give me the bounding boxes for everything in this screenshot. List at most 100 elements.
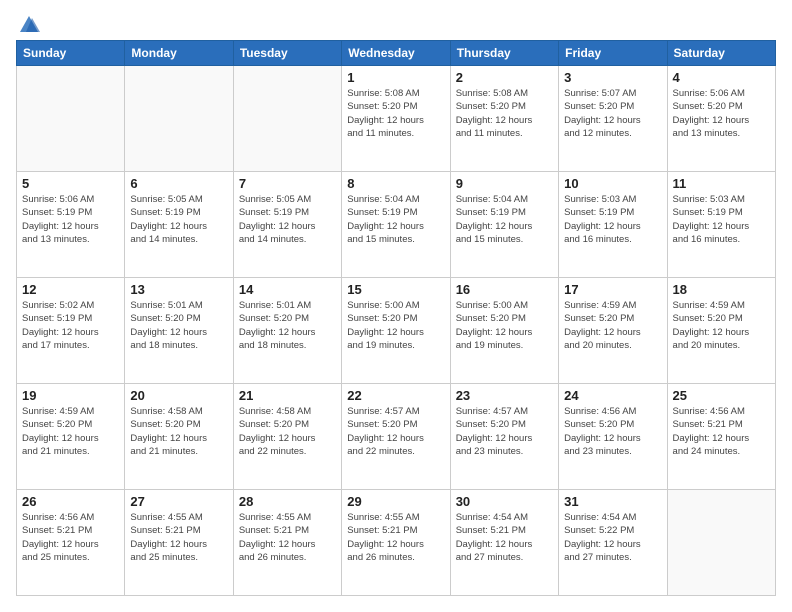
day-info: Sunrise: 4:56 AM Sunset: 5:21 PM Dayligh… xyxy=(22,511,119,564)
day-info: Sunrise: 5:06 AM Sunset: 5:19 PM Dayligh… xyxy=(22,193,119,246)
calendar-cell: 2 Sunrise: 5:08 AM Sunset: 5:20 PM Daylig… xyxy=(450,66,558,172)
day-info: Sunrise: 4:57 AM Sunset: 5:20 PM Dayligh… xyxy=(456,405,553,458)
day-number: 24 xyxy=(564,388,661,403)
calendar-cell: 21Sunrise: 4:58 AM Sunset: 5:20 PM Dayli… xyxy=(233,384,341,490)
page: SundayMondayTuesdayWednesdayThursdayFrid… xyxy=(0,0,792,612)
day-number: 9 xyxy=(456,176,553,191)
day-number: 7 xyxy=(239,176,336,191)
day-info: Sunrise: 5:07 AM Sunset: 5:20 PM Dayligh… xyxy=(564,87,661,140)
day-info: Sunrise: 4:59 AM Sunset: 5:20 PM Dayligh… xyxy=(22,405,119,458)
day-info: Sunrise: 4:59 AM Sunset: 5:20 PM Dayligh… xyxy=(564,299,661,352)
calendar-cell xyxy=(233,66,341,172)
day-number: 5 xyxy=(22,176,119,191)
calendar-week-row: 26 Sunrise: 4:56 AM Sunset: 5:21 PM Dayli… xyxy=(17,490,776,596)
day-header-monday: Monday xyxy=(125,41,233,66)
calendar-cell xyxy=(17,66,125,172)
day-info: Sunrise: 5:00 AM Sunset: 5:20 PM Dayligh… xyxy=(456,299,553,352)
day-number: 6 xyxy=(130,176,227,191)
day-header-thursday: Thursday xyxy=(450,41,558,66)
logo xyxy=(16,16,40,30)
day-info: Sunrise: 5:04 AM Sunset: 5:19 PM Dayligh… xyxy=(456,193,553,246)
calendar-cell: 19Sunrise: 4:59 AM Sunset: 5:20 PM Dayli… xyxy=(17,384,125,490)
calendar-cell: 16 Sunrise: 5:00 AM Sunset: 5:20 PM Dayli… xyxy=(450,278,558,384)
day-info: Sunrise: 5:06 AM Sunset: 5:20 PM Dayligh… xyxy=(673,87,770,140)
day-info: Sunrise: 4:56 AM Sunset: 5:21 PM Dayligh… xyxy=(673,405,770,458)
day-info: Sunrise: 5:05 AM Sunset: 5:19 PM Dayligh… xyxy=(130,193,227,246)
calendar-cell xyxy=(125,66,233,172)
calendar-week-row: 19Sunrise: 4:59 AM Sunset: 5:20 PM Dayli… xyxy=(17,384,776,490)
calendar-cell: 18 Sunrise: 4:59 AM Sunset: 5:20 PM Dayli… xyxy=(667,278,775,384)
day-number: 16 xyxy=(456,282,553,297)
calendar-cell: 10Sunrise: 5:03 AM Sunset: 5:19 PM Dayli… xyxy=(559,172,667,278)
day-info: Sunrise: 4:55 AM Sunset: 5:21 PM Dayligh… xyxy=(239,511,336,564)
day-info: Sunrise: 4:57 AM Sunset: 5:20 PM Dayligh… xyxy=(347,405,444,458)
day-header-friday: Friday xyxy=(559,41,667,66)
day-number: 18 xyxy=(673,282,770,297)
day-info: Sunrise: 4:59 AM Sunset: 5:20 PM Dayligh… xyxy=(673,299,770,352)
day-number: 25 xyxy=(673,388,770,403)
calendar-cell: 7 Sunrise: 5:05 AM Sunset: 5:19 PM Daylig… xyxy=(233,172,341,278)
calendar-cell: 11 Sunrise: 5:03 AM Sunset: 5:19 PM Dayli… xyxy=(667,172,775,278)
day-info: Sunrise: 4:55 AM Sunset: 5:21 PM Dayligh… xyxy=(130,511,227,564)
day-number: 20 xyxy=(130,388,227,403)
day-header-saturday: Saturday xyxy=(667,41,775,66)
day-header-tuesday: Tuesday xyxy=(233,41,341,66)
calendar-cell: 31Sunrise: 4:54 AM Sunset: 5:22 PM Dayli… xyxy=(559,490,667,596)
day-number: 13 xyxy=(130,282,227,297)
calendar-week-row: 12Sunrise: 5:02 AM Sunset: 5:19 PM Dayli… xyxy=(17,278,776,384)
calendar: SundayMondayTuesdayWednesdayThursdayFrid… xyxy=(16,40,776,596)
day-header-sunday: Sunday xyxy=(17,41,125,66)
calendar-cell: 13 Sunrise: 5:01 AM Sunset: 5:20 PM Dayli… xyxy=(125,278,233,384)
day-info: Sunrise: 4:55 AM Sunset: 5:21 PM Dayligh… xyxy=(347,511,444,564)
calendar-cell: 3 Sunrise: 5:07 AM Sunset: 5:20 PM Daylig… xyxy=(559,66,667,172)
day-info: Sunrise: 4:54 AM Sunset: 5:21 PM Dayligh… xyxy=(456,511,553,564)
day-number: 8 xyxy=(347,176,444,191)
calendar-cell: 17 Sunrise: 4:59 AM Sunset: 5:20 PM Dayli… xyxy=(559,278,667,384)
day-number: 27 xyxy=(130,494,227,509)
day-number: 29 xyxy=(347,494,444,509)
day-number: 3 xyxy=(564,70,661,85)
day-info: Sunrise: 4:56 AM Sunset: 5:20 PM Dayligh… xyxy=(564,405,661,458)
calendar-cell xyxy=(667,490,775,596)
calendar-cell: 8Sunrise: 5:04 AM Sunset: 5:19 PM Daylig… xyxy=(342,172,450,278)
calendar-cell: 15 Sunrise: 5:00 AM Sunset: 5:20 PM Dayli… xyxy=(342,278,450,384)
calendar-cell: 14Sunrise: 5:01 AM Sunset: 5:20 PM Dayli… xyxy=(233,278,341,384)
day-info: Sunrise: 5:08 AM Sunset: 5:20 PM Dayligh… xyxy=(347,87,444,140)
calendar-cell: 27 Sunrise: 4:55 AM Sunset: 5:21 PM Dayli… xyxy=(125,490,233,596)
day-info: Sunrise: 4:58 AM Sunset: 5:20 PM Dayligh… xyxy=(130,405,227,458)
calendar-cell: 25 Sunrise: 4:56 AM Sunset: 5:21 PM Dayli… xyxy=(667,384,775,490)
day-info: Sunrise: 4:54 AM Sunset: 5:22 PM Dayligh… xyxy=(564,511,661,564)
calendar-cell: 1 Sunrise: 5:08 AM Sunset: 5:20 PM Daylig… xyxy=(342,66,450,172)
day-info: Sunrise: 5:00 AM Sunset: 5:20 PM Dayligh… xyxy=(347,299,444,352)
day-info: Sunrise: 5:08 AM Sunset: 5:20 PM Dayligh… xyxy=(456,87,553,140)
day-number: 10 xyxy=(564,176,661,191)
day-number: 28 xyxy=(239,494,336,509)
day-number: 11 xyxy=(673,176,770,191)
header xyxy=(16,16,776,30)
day-number: 23 xyxy=(456,388,553,403)
day-info: Sunrise: 5:01 AM Sunset: 5:20 PM Dayligh… xyxy=(130,299,227,352)
calendar-cell: 26 Sunrise: 4:56 AM Sunset: 5:21 PM Dayli… xyxy=(17,490,125,596)
day-number: 26 xyxy=(22,494,119,509)
calendar-cell: 6 Sunrise: 5:05 AM Sunset: 5:19 PM Daylig… xyxy=(125,172,233,278)
calendar-cell: 22 Sunrise: 4:57 AM Sunset: 5:20 PM Dayli… xyxy=(342,384,450,490)
day-info: Sunrise: 5:03 AM Sunset: 5:19 PM Dayligh… xyxy=(673,193,770,246)
day-info: Sunrise: 5:05 AM Sunset: 5:19 PM Dayligh… xyxy=(239,193,336,246)
day-number: 4 xyxy=(673,70,770,85)
calendar-cell: 5 Sunrise: 5:06 AM Sunset: 5:19 PM Daylig… xyxy=(17,172,125,278)
calendar-week-row: 1 Sunrise: 5:08 AM Sunset: 5:20 PM Daylig… xyxy=(17,66,776,172)
calendar-header-row: SundayMondayTuesdayWednesdayThursdayFrid… xyxy=(17,41,776,66)
day-number: 1 xyxy=(347,70,444,85)
day-number: 15 xyxy=(347,282,444,297)
calendar-cell: 29 Sunrise: 4:55 AM Sunset: 5:21 PM Dayli… xyxy=(342,490,450,596)
day-info: Sunrise: 5:01 AM Sunset: 5:20 PM Dayligh… xyxy=(239,299,336,352)
day-number: 17 xyxy=(564,282,661,297)
calendar-cell: 12Sunrise: 5:02 AM Sunset: 5:19 PM Dayli… xyxy=(17,278,125,384)
day-number: 22 xyxy=(347,388,444,403)
calendar-cell: 9 Sunrise: 5:04 AM Sunset: 5:19 PM Daylig… xyxy=(450,172,558,278)
calendar-cell: 24 Sunrise: 4:56 AM Sunset: 5:20 PM Dayli… xyxy=(559,384,667,490)
day-number: 2 xyxy=(456,70,553,85)
calendar-cell: 28 Sunrise: 4:55 AM Sunset: 5:21 PM Dayli… xyxy=(233,490,341,596)
day-number: 12 xyxy=(22,282,119,297)
calendar-cell: 4 Sunrise: 5:06 AM Sunset: 5:20 PM Daylig… xyxy=(667,66,775,172)
